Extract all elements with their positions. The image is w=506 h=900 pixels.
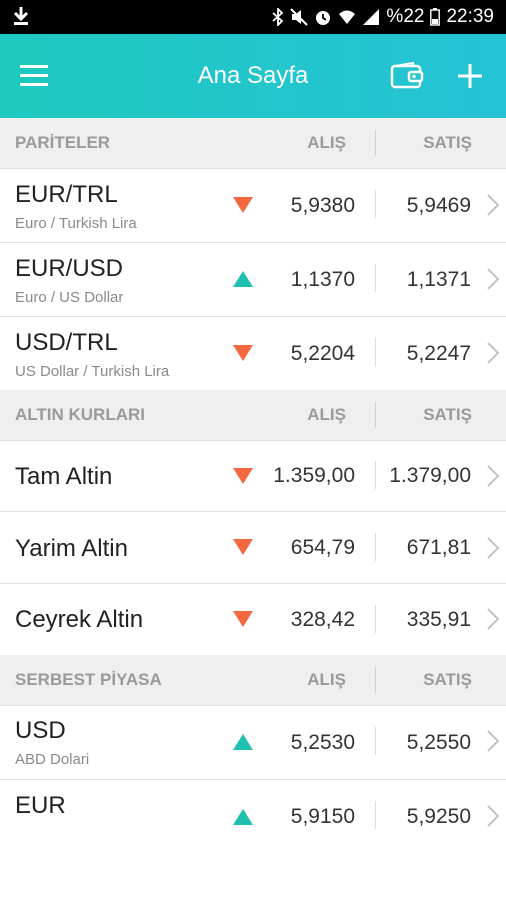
currency-name: Euro / US Dollar: [15, 289, 124, 306]
column-divider: [375, 264, 376, 292]
buy-column-header: ALIŞ: [307, 133, 346, 152]
wallet-icon[interactable]: [390, 61, 424, 95]
page-title: Ana Sayfa: [197, 62, 309, 89]
chevron-right-icon: [487, 805, 500, 827]
buy-value: 328,42: [290, 608, 355, 631]
trend-down-icon: [233, 468, 253, 484]
column-divider: [375, 130, 376, 156]
battery-icon: [430, 8, 441, 26]
sell-value: 671,81: [406, 536, 471, 559]
column-divider: [375, 533, 376, 561]
rate-row-ceyrek-altin[interactable]: Ceyrek Altin 328,42 335,91: [0, 584, 506, 656]
currency-code: EUR: [15, 792, 66, 819]
buy-value: 5,9380: [290, 194, 355, 217]
trend-up-icon: [233, 734, 253, 750]
currency-name: ABD Dolari: [15, 751, 90, 768]
clock: 22:39: [446, 6, 494, 27]
alarm-icon: [314, 8, 332, 26]
section-title: SERBEST PİYASA: [15, 670, 162, 689]
rate-row-usd-trl[interactable]: USD/TRL US Dollar / Turkish Lira 5,2204 …: [0, 317, 506, 391]
currency-code: Tam Altin: [15, 463, 113, 490]
status-bar: %22 22:39: [0, 0, 506, 34]
buy-value: 5,2530: [290, 731, 355, 754]
rate-row-eur-usd[interactable]: EUR/USD Euro / US Dollar 1,1370 1,1371: [0, 243, 506, 317]
wifi-icon: [338, 8, 356, 26]
column-divider: [375, 190, 376, 218]
section-header-altin-kurlari: ALTIN KURLARI ALIŞ SATIŞ: [0, 390, 506, 441]
download-icon: [12, 6, 30, 31]
chevron-right-icon: [487, 537, 500, 559]
currency-code: Yarim Altin: [15, 535, 128, 562]
currency-code: EUR/TRL: [15, 181, 118, 208]
trend-down-icon: [233, 611, 253, 627]
buy-column-header: ALIŞ: [307, 670, 346, 689]
currency-code: USD/TRL: [15, 329, 118, 356]
rate-row-eur-trl[interactable]: EUR/TRL Euro / Turkish Lira 5,9380 5,946…: [0, 169, 506, 243]
app-bar: Ana Sayfa: [0, 34, 506, 118]
currency-code: EUR/USD: [15, 255, 124, 282]
rate-row-yarim-altin[interactable]: Yarim Altin 654,79 671,81: [0, 512, 506, 584]
currency-name: Euro / Turkish Lira: [15, 215, 137, 232]
buy-value: 1,1370: [290, 268, 355, 291]
column-divider: [375, 667, 376, 693]
sell-value: 5,2550: [406, 731, 471, 754]
sell-value: 5,9469: [406, 194, 471, 217]
sell-column-header: SATIŞ: [423, 670, 472, 689]
chevron-right-icon: [487, 194, 500, 216]
currency-code: USD: [15, 717, 66, 744]
column-divider: [375, 461, 376, 489]
mute-icon: [290, 8, 309, 26]
sell-value: 335,91: [406, 608, 471, 631]
buy-column-header: ALIŞ: [307, 405, 346, 424]
section-title: PARİTELER: [15, 133, 111, 152]
column-divider: [375, 402, 376, 428]
currency-code: Ceyrek Altin: [15, 606, 144, 633]
buy-value: 5,2204: [290, 342, 355, 365]
chevron-right-icon: [487, 730, 500, 752]
buy-value: 654,79: [290, 536, 355, 559]
section-header-pariteler: PARİTELER ALIŞ SATIŞ: [0, 118, 506, 169]
menu-icon[interactable]: [20, 64, 50, 88]
column-divider: [375, 801, 376, 829]
column-divider: [375, 605, 376, 633]
trend-down-icon: [233, 197, 253, 213]
sell-value: 1.379,00: [389, 464, 471, 487]
sell-value: 1,1371: [406, 268, 471, 291]
chevron-right-icon: [487, 342, 500, 364]
chevron-right-icon: [487, 465, 500, 487]
buy-value: 1.359,00: [273, 464, 355, 487]
rate-row-usd[interactable]: USD ABD Dolari 5,2530 5,2550: [0, 706, 506, 780]
trend-up-icon: [233, 271, 253, 287]
chevron-right-icon: [487, 268, 500, 290]
section-header-serbest-piyasa: SERBEST PİYASA ALIŞ SATIŞ: [0, 655, 506, 706]
column-divider: [375, 727, 376, 755]
column-divider: [375, 338, 376, 366]
signal-icon: [362, 8, 380, 26]
battery-percent: %22: [386, 6, 425, 27]
sell-value: 5,2247: [406, 342, 471, 365]
trend-up-icon: [233, 809, 253, 825]
sell-column-header: SATIŞ: [423, 133, 472, 152]
rate-row-eur[interactable]: EUR 5,9150 5,9250: [0, 780, 506, 830]
section-title: ALTIN KURLARI: [15, 405, 145, 424]
add-icon[interactable]: [456, 62, 484, 95]
rate-row-tam-altin[interactable]: Tam Altin 1.359,00 1.379,00: [0, 441, 506, 512]
trend-down-icon: [233, 345, 253, 361]
trend-down-icon: [233, 539, 253, 555]
sell-value: 5,9250: [406, 805, 471, 828]
buy-value: 5,9150: [290, 805, 355, 828]
bluetooth-icon: [272, 8, 284, 26]
currency-name: US Dollar / Turkish Lira: [15, 363, 170, 380]
chevron-right-icon: [487, 608, 500, 630]
sell-column-header: SATIŞ: [423, 405, 472, 424]
